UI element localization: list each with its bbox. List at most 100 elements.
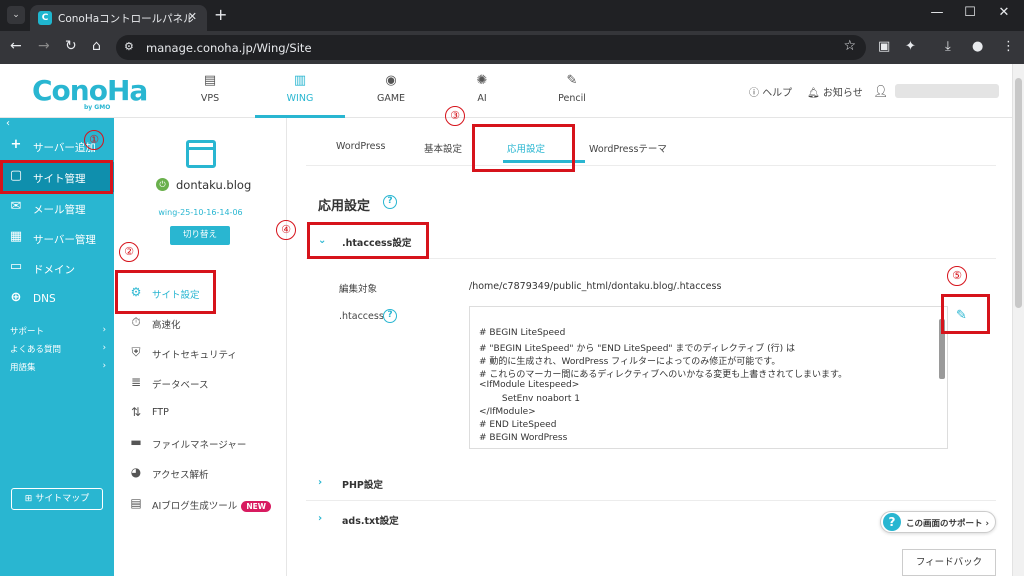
annotation-number-3: ③ — [445, 106, 465, 126]
page-scrollbar[interactable] — [1012, 64, 1024, 576]
accordion-php[interactable]: › PHP設定 — [306, 465, 996, 501]
tab-title: ConoHaコントロールパネル — [58, 13, 194, 25]
sidebar-item-domain[interactable]: ▭ ドメイン — [0, 253, 114, 283]
database-icon: ≣ — [130, 375, 142, 389]
nav-game[interactable]: ◉ GAME — [346, 64, 436, 118]
extension-chat-icon[interactable]: ▣ — [878, 39, 890, 54]
conoha-favicon-icon: C — [38, 11, 52, 25]
tab-wordpress[interactable]: WordPress — [336, 141, 385, 152]
download-icon[interactable]: ⤓ — [945, 39, 951, 54]
menu-access-analysis[interactable]: ◕ アクセス解析 — [114, 459, 287, 487]
edit-target-label: 編集対象 — [339, 284, 378, 295]
page-scroll-thumb[interactable] — [1015, 78, 1022, 308]
sidebar-item-dns[interactable]: ⊕ DNS — [0, 284, 114, 314]
sidebar-item-label: DNS — [33, 293, 56, 305]
nav-pencil[interactable]: ✎ Pencil — [527, 64, 617, 118]
tab-wordpress-theme[interactable]: WordPressテーマ — [589, 141, 667, 155]
mail-icon: ✉ — [10, 199, 22, 214]
new-tab-icon[interactable]: + — [214, 5, 227, 24]
switch-site-button[interactable]: 切り替え — [170, 226, 230, 245]
address-url: manage.conoha.jp/Wing/Site — [146, 41, 312, 55]
close-window-icon[interactable]: ✕ — [994, 5, 1014, 20]
sidebar-link-glossary[interactable]: 用語集 › — [10, 361, 106, 373]
browser-tabbar: ⌄ C ConoHaコントロールパネル ✕ + — ☐ ✕ — [0, 0, 1024, 31]
support-text: この画面のサポート — [906, 519, 983, 529]
home-icon[interactable]: ⌂ — [92, 38, 101, 54]
maximize-icon[interactable]: ☐ — [960, 5, 980, 20]
site-id: wing-25-10-16-14-06 — [158, 208, 243, 217]
profile-avatar-icon[interactable]: ● — [972, 39, 983, 54]
collapse-sidebar-icon[interactable]: ‹ — [6, 118, 10, 129]
user-icon[interactable]: 👤︎ — [873, 84, 888, 98]
site-window-icon — [186, 140, 216, 168]
transfer-icon: ⇅ — [130, 405, 142, 419]
minimize-icon[interactable]: — — [927, 5, 947, 20]
feedback-button[interactable]: フィードバック — [902, 549, 996, 576]
power-on-icon: ⏻ — [156, 178, 169, 191]
code-line: # これらのマーカー間にあるディレクティブへのいかなる変更も上書きされてしまいま… — [479, 370, 848, 380]
back-icon[interactable]: ← — [10, 38, 22, 54]
chevron-right-icon: › — [102, 361, 106, 371]
chevron-right-icon: › — [318, 513, 323, 524]
site-info-icon[interactable]: ⚙ — [124, 40, 134, 53]
reload-icon[interactable]: ↻ — [65, 38, 77, 54]
menu-label: サイトセキュリティ — [152, 350, 237, 361]
browser-tab[interactable]: C ConoHaコントロールパネル ✕ — [30, 5, 207, 31]
htaccess-label: .htaccess — [339, 311, 384, 322]
htaccess-help-icon[interactable]: ? — [383, 309, 397, 323]
notice-link[interactable]: 🔔︎ お知らせ — [807, 84, 863, 99]
extensions-puzzle-icon[interactable]: ✦ — [905, 39, 916, 54]
nav-vps[interactable]: ▤ VPS — [165, 64, 255, 118]
help-question-icon[interactable]: ? — [383, 195, 397, 209]
annotation-box-1 — [0, 160, 113, 194]
code-line: </IfModule> — [479, 407, 536, 417]
sidebar-item-mail[interactable]: ✉ メール管理 — [0, 193, 114, 223]
tab-search-icon[interactable]: ⌄ — [7, 6, 25, 24]
nav-wing[interactable]: ▥ WING — [255, 64, 345, 118]
menu-label: データベース — [152, 380, 209, 391]
bookmark-star-icon[interactable]: ☆ — [843, 38, 856, 54]
code-line: # END LiteSpeed — [479, 420, 557, 430]
plus-icon: + — [10, 137, 22, 152]
sidebar-link-faq[interactable]: よくある質問 › — [10, 343, 106, 355]
chevron-right-icon: › — [102, 343, 106, 353]
tab-basic-settings[interactable]: 基本設定 — [424, 141, 462, 155]
address-bar[interactable]: ⚙ manage.conoha.jp/Wing/Site ☆ — [116, 35, 866, 60]
nav-game-label: GAME — [376, 93, 406, 104]
user-name-blurred[interactable] — [895, 84, 999, 98]
close-tab-icon[interactable]: ✕ — [188, 10, 197, 23]
server-icon: ▤ — [203, 73, 217, 88]
support-label: この画面のサポート › — [906, 519, 989, 529]
accordion-title: ads.txt設定 — [342, 516, 399, 527]
sidebar-link-support[interactable]: サポート › — [10, 325, 106, 337]
annotation-number-1: ① — [84, 130, 104, 150]
annotation-box-3 — [472, 124, 575, 172]
sitemap-button[interactable]: ⊞ サイトマップ — [11, 488, 103, 510]
sidebar-item-label: ドメイン — [33, 264, 75, 276]
menu-file-manager[interactable]: ▬ ファイルマネージャー — [114, 429, 287, 457]
folder-icon: ▬ — [130, 435, 142, 449]
menu-ai-blog-tool[interactable]: ▤ AIブログ生成ツール NEW — [114, 490, 287, 518]
page-support-button[interactable]: ? この画面のサポート › — [880, 511, 996, 533]
sidebar-item-server-manage[interactable]: ▦ サーバー管理 — [0, 223, 114, 253]
wing-icon: ▥ — [293, 73, 307, 88]
menu-label: ファイルマネージャー — [152, 440, 247, 451]
gamepad-icon: ◉ — [385, 73, 397, 88]
sidebar-link-label: 用語集 — [10, 363, 36, 373]
accordion-ads[interactable]: › ads.txt設定 — [306, 501, 866, 537]
annotation-box-4 — [307, 222, 429, 259]
sub-tabs: WordPress 基本設定 応用設定 WordPressテーマ — [306, 118, 996, 166]
menu-site-security[interactable]: ⛨ サイトセキュリティ — [114, 339, 287, 367]
forward-icon[interactable]: → — [38, 38, 50, 54]
globe-icon: ⊕ — [10, 290, 22, 305]
help-link[interactable]: ⓘ ヘルプ — [749, 84, 792, 99]
browser-toolbar: ← → ↻ ⌂ ⚙ manage.conoha.jp/Wing/Site ☆ ▣… — [0, 31, 1024, 64]
sidebar-link-label: よくある質問 — [10, 345, 62, 355]
server-manage-icon: ▦ — [9, 229, 23, 244]
code-line: # BEGIN WordPress — [479, 433, 568, 443]
menu-ftp[interactable]: ⇅ FTP — [114, 399, 287, 427]
conoha-logo[interactable]: ConoHa — [32, 74, 148, 107]
menu-database[interactable]: ≣ データベース — [114, 369, 287, 397]
htaccess-textarea[interactable]: # BEGIN LiteSpeed # "BEGIN LiteSpeed" から… — [469, 306, 948, 449]
browser-menu-icon[interactable]: ⋮ — [1002, 39, 1015, 54]
